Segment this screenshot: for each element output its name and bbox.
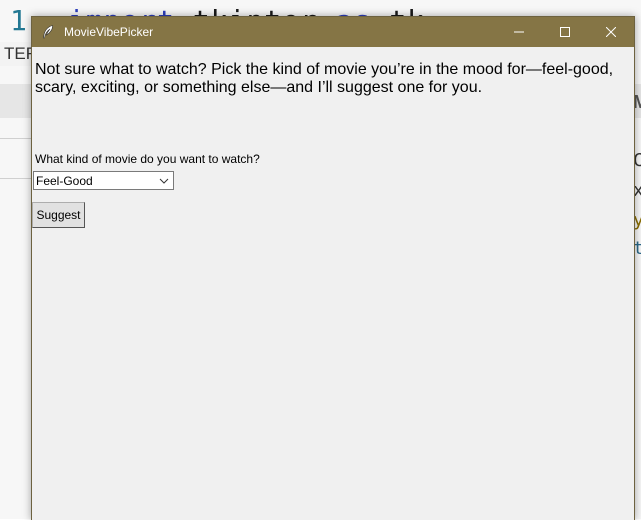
minimize-button[interactable] (496, 17, 542, 47)
maximize-button[interactable] (542, 17, 588, 47)
genre-select-value: Feel-Good (36, 173, 93, 188)
line-number: 1 (10, 4, 28, 37)
prompt-label: What kind of movie do you want to watch? (35, 152, 260, 166)
minimize-icon (514, 31, 524, 33)
genre-select[interactable]: Feel-Good (33, 171, 174, 190)
window-controls (496, 17, 634, 47)
maximize-icon (560, 27, 570, 37)
intro-text: Not sure what to watch? Pick the kind of… (35, 61, 614, 96)
chevron-down-icon (155, 178, 173, 184)
close-icon (606, 27, 616, 37)
close-button[interactable] (588, 17, 634, 47)
title-bar[interactable]: MovieVibePicker (32, 17, 634, 47)
suggest-button[interactable]: Suggest (32, 202, 85, 228)
window-title: MovieVibePicker (64, 25, 154, 39)
feather-icon (41, 25, 55, 39)
app-window: MovieVibePicker Not sure what to watch? … (31, 16, 635, 520)
